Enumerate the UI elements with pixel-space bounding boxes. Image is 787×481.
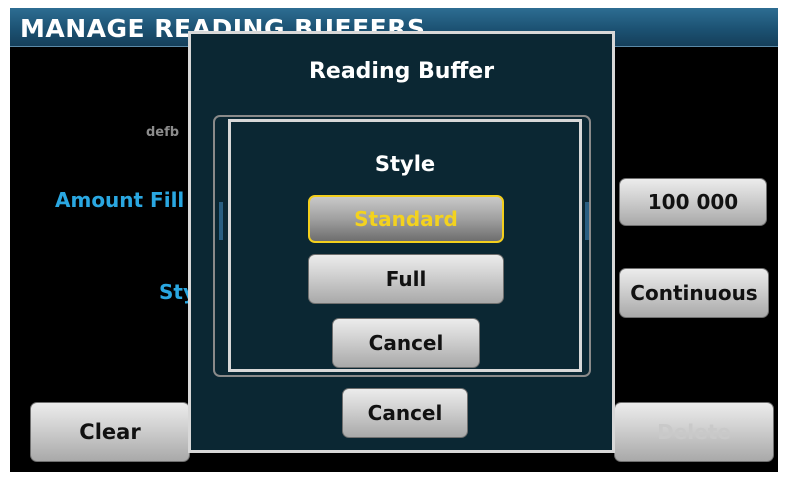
- reading-buffer-dialog: Reading Buffer Style Standard Full Cance…: [188, 31, 615, 453]
- buffer-name-label: defb: [146, 125, 180, 140]
- capacity-button[interactable]: 100 000: [619, 178, 767, 226]
- reading-buffer-dialog-title: Reading Buffer: [308, 59, 495, 84]
- amount-filled-label: Amount Fill: [55, 188, 185, 212]
- clear-button[interactable]: Clear: [30, 402, 190, 462]
- dialog-cancel-button[interactable]: Cancel: [342, 388, 468, 438]
- style-option-full[interactable]: Full: [308, 254, 504, 304]
- instrument-screen: MANAGE READING BUFFERS defb Amount Fill …: [10, 8, 778, 472]
- style-dialog-title: Style: [374, 152, 436, 176]
- list-scroll-marker-right: [585, 202, 589, 240]
- style-option-standard[interactable]: Standard: [308, 195, 504, 243]
- style-button[interactable]: Continuous: [619, 268, 769, 318]
- style-dialog: Style Standard Full Cancel: [228, 119, 582, 372]
- list-scroll-marker-left: [219, 202, 223, 240]
- delete-button: Delete: [614, 402, 774, 462]
- style-cancel-button[interactable]: Cancel: [332, 318, 480, 368]
